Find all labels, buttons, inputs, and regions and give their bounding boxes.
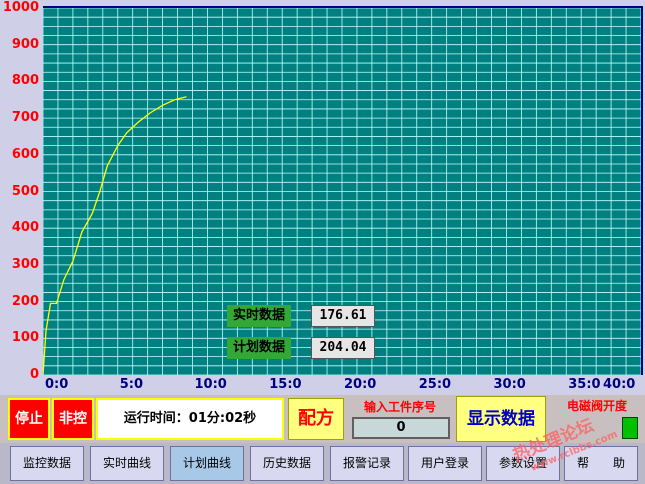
tab-plan-curve[interactable]: 计划曲线 bbox=[170, 446, 244, 481]
serial-input[interactable]: 0 bbox=[352, 417, 450, 439]
y-tick-label: 1000 bbox=[2, 0, 39, 15]
y-tick-label: 200 bbox=[11, 293, 39, 309]
x-tick-label: 10:0 bbox=[194, 377, 227, 392]
tab-realtime-curve[interactable]: 实时曲线 bbox=[90, 446, 164, 481]
y-tick-label: 700 bbox=[11, 110, 39, 126]
chart-panel: 1000 900 800 700 600 500 400 300 200 100 0 实时数据 17… bbox=[0, 0, 645, 395]
realtime-data-value: 176.61 bbox=[311, 305, 375, 327]
y-tick-label: 900 bbox=[11, 36, 39, 52]
plan-data-label: 计划数据 bbox=[227, 337, 292, 359]
recipe-button[interactable]: 配方 bbox=[288, 398, 344, 440]
y-axis: 1000 900 800 700 600 500 400 300 200 100 0 bbox=[0, 0, 43, 395]
x-tick-label: 20:0 bbox=[344, 377, 377, 392]
tab-user-login[interactable]: 用户登录 bbox=[408, 446, 482, 481]
x-tick-label: 25:0 bbox=[418, 377, 452, 392]
noncontrol-button[interactable]: 非控 bbox=[52, 398, 94, 440]
tab-history-data[interactable]: 历史数据 bbox=[250, 446, 324, 481]
valve-opening-label: 电磁阀开度 bbox=[566, 399, 627, 413]
y-tick-label: 500 bbox=[11, 183, 39, 199]
y-tick-label: 600 bbox=[11, 146, 39, 162]
y-tick-label: 400 bbox=[11, 220, 39, 236]
valve-indicator bbox=[622, 417, 638, 439]
x-tick-label: 5:0 bbox=[119, 377, 144, 392]
realtime-data-label: 实时数据 bbox=[227, 305, 292, 327]
screen: 1000 900 800 700 600 500 400 300 200 100 0 实时数据 17… bbox=[0, 0, 645, 484]
y-tick-label: 0 bbox=[29, 367, 39, 382]
stop-button[interactable]: 停止 bbox=[8, 398, 50, 440]
x-tick-label: 35:0 bbox=[568, 377, 601, 392]
series-line bbox=[43, 96, 187, 375]
plan-data-value: 204.04 bbox=[311, 337, 375, 359]
plot-area: 实时数据 176.61 计划数据 204.04 bbox=[43, 6, 643, 375]
x-tick-label: 15:0 bbox=[269, 377, 302, 392]
y-tick-label: 100 bbox=[11, 330, 39, 346]
tab-alarm-log[interactable]: 报警记录 bbox=[330, 446, 404, 481]
input-serial-label: 输入工件序号 bbox=[363, 400, 436, 414]
runtime-display: 运行时间：01分:02秒 bbox=[96, 398, 284, 440]
y-tick-label: 800 bbox=[11, 73, 39, 89]
x-tick-label: 0:0 bbox=[45, 377, 69, 392]
x-tick-label: 30:0 bbox=[493, 377, 526, 392]
y-tick-label: 300 bbox=[11, 256, 39, 272]
tab-monitor-data[interactable]: 监控数据 bbox=[10, 446, 84, 481]
x-tick-label: 40:0 bbox=[603, 377, 636, 392]
